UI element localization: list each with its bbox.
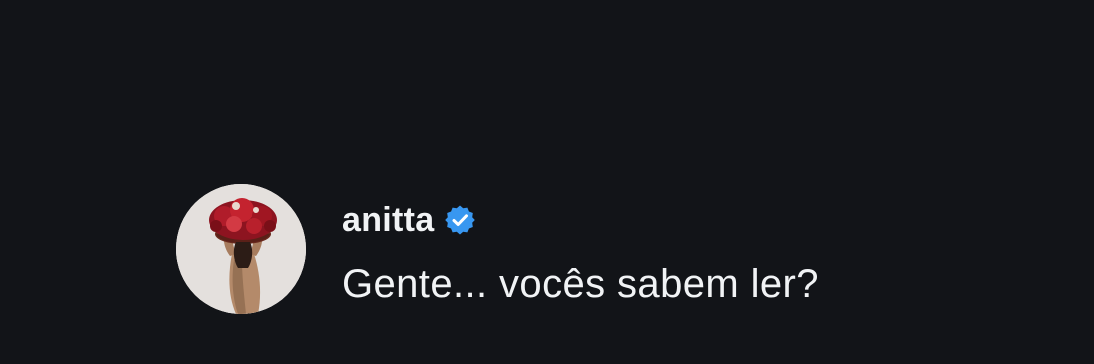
username[interactable]: anitta [342,201,434,240]
verified-badge-icon [444,204,476,236]
avatar[interactable] [176,184,306,314]
avatar-image [176,184,306,314]
comment-text-block: anitta Gente... vocês sabem ler? [342,200,962,307]
comment-text: Gente... vocês sabem ler? [342,262,819,306]
comment-item: anitta Gente... vocês sabem ler? [176,182,976,314]
username-row: anitta [342,200,962,240]
screenshot-background: anitta Gente... vocês sabem ler? [0,0,1094,364]
